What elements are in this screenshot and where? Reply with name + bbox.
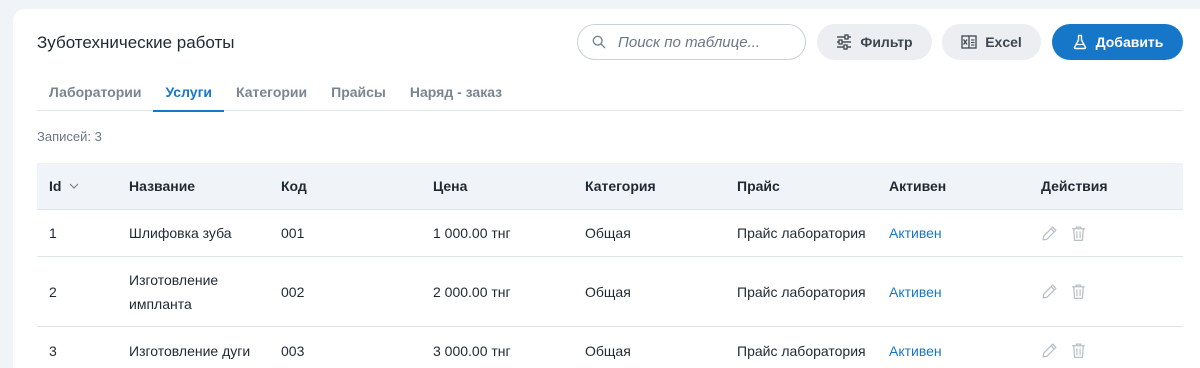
tabs-bar: Лаборатории Услуги Категории Прайсы Наря… xyxy=(37,77,1183,112)
page-title: Зуботехнические работы xyxy=(37,33,235,52)
column-header-name: Название xyxy=(129,178,196,194)
records-count: Записей: 3 xyxy=(37,129,102,144)
flask-icon xyxy=(1073,34,1086,50)
cell-price-list: Прайс лаборатория xyxy=(737,225,866,241)
cell-code: 002 xyxy=(281,283,305,300)
cell-price-list: Прайс лаборатория xyxy=(737,342,866,359)
tab-laboratories[interactable]: Лаборатории xyxy=(37,77,153,111)
column-header-price: Цена xyxy=(433,178,468,194)
cell-name: Изготовление импланта xyxy=(129,271,219,312)
cell-category: Общая xyxy=(585,342,631,359)
table-row: 2 Изготовление импланта 002 2 000.00 тнг… xyxy=(37,257,1183,327)
active-status-link[interactable]: Активен xyxy=(877,343,1029,359)
pencil-icon[interactable] xyxy=(1041,342,1058,359)
cell-name: Изготовление дуги xyxy=(129,342,251,359)
search-input[interactable] xyxy=(618,33,788,51)
column-header-active: Активен xyxy=(889,178,947,194)
chevron-down-icon xyxy=(70,183,79,189)
cell-code: 003 xyxy=(281,342,305,359)
row-actions xyxy=(1029,225,1183,242)
tab-categories[interactable]: Категории xyxy=(224,77,319,111)
column-header-label: Id xyxy=(49,178,62,194)
row-actions xyxy=(1029,342,1183,359)
table-row: 3 Изготовление дуги 003 3 000.00 тнг Общ… xyxy=(37,327,1183,368)
cell-id: 2 xyxy=(49,283,57,300)
services-table: Id Название Код Цена Категория Прайс Акт… xyxy=(37,163,1183,368)
cell-category: Общая xyxy=(585,225,631,241)
cell-price: 3 000.00 тнг xyxy=(433,342,511,359)
active-status-link[interactable]: Активен xyxy=(877,284,1029,300)
cell-price: 2 000.00 тнг xyxy=(433,283,511,300)
search-icon xyxy=(592,35,606,49)
cell-code: 001 xyxy=(281,225,305,241)
column-header-code: Код xyxy=(281,178,307,194)
search-box[interactable] xyxy=(577,24,806,60)
column-header-price-list: Прайс xyxy=(737,178,780,194)
trash-icon[interactable] xyxy=(1070,283,1087,300)
excel-button[interactable]: Excel xyxy=(942,24,1041,60)
pencil-icon[interactable] xyxy=(1041,283,1058,300)
trash-icon[interactable] xyxy=(1070,225,1087,242)
excel-button-label: Excel xyxy=(985,34,1022,50)
sliders-icon xyxy=(837,34,852,50)
cell-id: 3 xyxy=(49,342,57,359)
cell-category: Общая xyxy=(585,283,631,300)
trash-icon[interactable] xyxy=(1070,342,1087,359)
tab-price-lists[interactable]: Прайсы xyxy=(319,77,398,111)
filter-button-label: Фильтр xyxy=(860,34,913,50)
cell-id: 1 xyxy=(49,225,57,241)
row-actions xyxy=(1029,283,1183,300)
table-header: Id Название Код Цена Категория Прайс Акт… xyxy=(37,163,1183,210)
add-button-label: Добавить xyxy=(1095,34,1164,50)
active-status-link[interactable]: Активен xyxy=(877,225,1029,241)
add-button[interactable]: Добавить xyxy=(1052,24,1183,60)
filter-button[interactable]: Фильтр xyxy=(817,24,932,60)
excel-icon xyxy=(961,35,977,49)
cell-name: Шлифовка зуба xyxy=(129,225,232,241)
column-header-category: Категория xyxy=(585,178,656,194)
main-card: Зуботехнические работы Фильтр Excel xyxy=(13,9,1200,368)
cell-price: 1 000.00 тнг xyxy=(433,225,511,241)
column-header-actions: Действия xyxy=(1041,178,1108,194)
column-id-header[interactable]: Id xyxy=(37,178,117,194)
tab-services[interactable]: Услуги xyxy=(153,77,224,112)
tab-work-order[interactable]: Наряд - заказ xyxy=(398,77,514,111)
pencil-icon[interactable] xyxy=(1041,225,1058,242)
table-row: 1 Шлифовка зуба 001 1 000.00 тнг Общая П… xyxy=(37,210,1183,257)
cell-price-list: Прайс лаборатория xyxy=(737,283,866,300)
